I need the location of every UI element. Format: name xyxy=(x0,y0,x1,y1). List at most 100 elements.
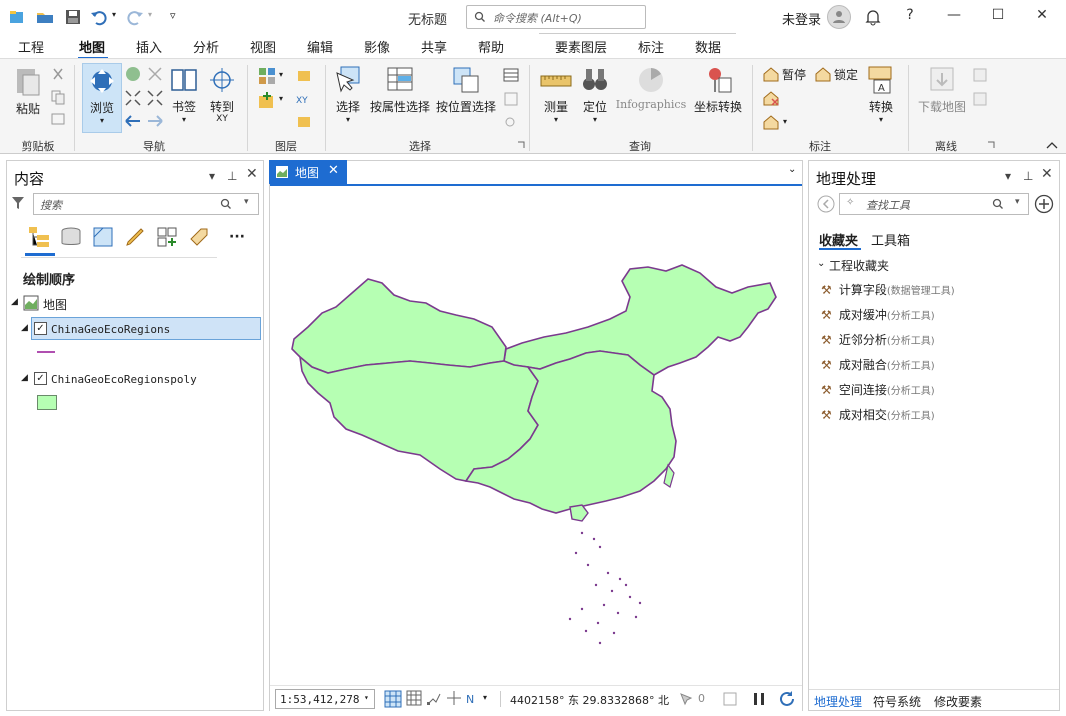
search-dropdown-icon[interactable]: ▾ xyxy=(1015,197,1020,207)
download-map-button[interactable]: 下载地图 xyxy=(914,65,970,131)
expand-layer-icon[interactable]: ◢ xyxy=(21,373,28,383)
convert-coordinates-button[interactable]: 坐标转换 xyxy=(692,65,744,131)
add-tool-icon[interactable] xyxy=(1034,194,1054,214)
layer-name[interactable]: ChinaGeoEcoRegions xyxy=(51,323,170,336)
copy-icon[interactable] xyxy=(50,89,66,105)
layer-name[interactable]: ChinaGeoEcoRegionspoly xyxy=(51,373,197,386)
command-search-input[interactable]: 命令搜索 (Alt+Q) xyxy=(466,5,646,29)
more-options-icon[interactable]: ··· xyxy=(229,229,245,245)
add-graphics-icon[interactable] xyxy=(296,113,312,129)
china-eco-regions-map[interactable] xyxy=(270,187,802,685)
tool-item[interactable]: ⚒ 计算字段(数据管理工具) xyxy=(821,281,955,298)
infographics-button[interactable]: Infographics xyxy=(614,65,688,131)
attributes-icon[interactable] xyxy=(503,67,519,83)
collapse-ribbon-icon[interactable] xyxy=(1046,141,1058,149)
measure-button[interactable]: 测量 ▾ xyxy=(536,65,576,131)
find-tools-input[interactable]: 查找工具 ✧ ▾ xyxy=(839,193,1029,215)
tool-item[interactable]: ⚒ 空间连接(分析工具) xyxy=(821,381,935,398)
bottom-tab-geoprocessing[interactable]: 地理处理 xyxy=(814,693,862,710)
tool-item[interactable]: ⚒ 近邻分析(分析工具) xyxy=(821,331,935,348)
pause-label[interactable]: 暂停 xyxy=(782,66,806,83)
bookmarks-button[interactable]: 书签 ▾ xyxy=(168,65,200,131)
help-button[interactable]: ? xyxy=(900,7,920,27)
zoom-to-selection-icon[interactable] xyxy=(503,115,519,131)
locate-button[interactable]: 定位 ▾ xyxy=(578,65,612,131)
notification-bell-icon[interactable] xyxy=(864,8,882,26)
xy-table-icon[interactable]: XY xyxy=(296,91,312,107)
tool-item[interactable]: ⚒ 成对融合(分析工具) xyxy=(821,356,935,373)
table-grid-icon[interactable] xyxy=(406,690,422,706)
customize-qat-icon[interactable]: ▿ xyxy=(170,9,176,22)
fixed-zoom-icon[interactable] xyxy=(146,65,164,83)
back-icon[interactable] xyxy=(817,195,835,213)
lock-labels-icon[interactable] xyxy=(814,65,832,83)
tab-imagery[interactable]: 影像 xyxy=(364,37,390,56)
select-button[interactable]: 选择 ▾ xyxy=(332,65,364,131)
tool-item[interactable]: ⚒ 成对缓冲(分析工具) xyxy=(821,306,935,323)
search-dropdown-icon[interactable]: ▾ xyxy=(244,197,249,207)
undo-icon[interactable] xyxy=(90,8,108,26)
select-by-location-button[interactable]: 按位置选择 xyxy=(436,65,496,131)
next-extent-icon[interactable] xyxy=(146,113,164,129)
tab-project[interactable]: 工程 xyxy=(18,37,44,56)
tool-item[interactable]: ⚒ 成对相交(分析工具) xyxy=(821,406,935,423)
group-launcher-icon[interactable] xyxy=(987,141,995,149)
list-by-snapping-icon[interactable] xyxy=(155,225,179,249)
add-layer-dropdown-icon[interactable]: ▾ xyxy=(279,94,283,103)
bottom-tab-modify-features[interactable]: 修改要素 xyxy=(934,693,982,710)
select-by-attributes-button[interactable]: 按属性选择 xyxy=(370,65,430,131)
expand-map-icon[interactable]: ◢ xyxy=(11,297,18,307)
map-grid-icon[interactable] xyxy=(384,690,402,708)
open-folder-icon[interactable] xyxy=(36,8,54,26)
filter-icon[interactable] xyxy=(11,195,25,211)
remove-offline-icon[interactable] xyxy=(972,91,988,107)
map-view[interactable]: 地图 ✕ ⌄ 1:53,412,278 ▾ N ▾ 4402158° 东 29.… xyxy=(269,160,803,711)
zoom-out-fixed-icon[interactable] xyxy=(146,89,164,107)
previous-extent-icon[interactable] xyxy=(124,113,142,129)
sync-icon[interactable] xyxy=(972,67,988,83)
pane-options-icon[interactable]: ▾ xyxy=(1005,169,1011,183)
label-options-dropdown-icon[interactable]: ▾ xyxy=(783,117,787,126)
scale-selector[interactable]: 1:53,412,278 ▾ xyxy=(275,689,375,709)
lock-label[interactable]: 锁定 xyxy=(834,66,858,83)
redo-icon[interactable] xyxy=(126,8,144,26)
north-arrow-icon[interactable]: N xyxy=(466,690,482,706)
add-data-icon[interactable] xyxy=(296,67,312,83)
group-launcher-icon[interactable] xyxy=(517,141,525,149)
list-by-editing-icon[interactable] xyxy=(123,225,147,249)
add-layer-icon[interactable] xyxy=(258,91,276,109)
grid-snap-icon[interactable] xyxy=(446,690,462,706)
full-extent-icon[interactable] xyxy=(124,65,142,83)
layer-visibility-checkbox[interactable]: ✓ xyxy=(34,322,47,335)
avatar[interactable] xyxy=(827,5,851,29)
pin-icon[interactable]: ⊥ xyxy=(227,169,237,183)
tab-list-dropdown-icon[interactable]: ⌄ xyxy=(788,164,796,175)
close-window-icon[interactable]: ✕ xyxy=(1032,7,1052,27)
snapping-icon[interactable] xyxy=(426,690,442,706)
basemap-dropdown-icon[interactable]: ▾ xyxy=(279,70,283,79)
basemap-icon[interactable] xyxy=(258,67,276,85)
maximize-icon[interactable]: ☐ xyxy=(988,7,1008,27)
tab-feature-layer[interactable]: 要素图层 xyxy=(555,37,607,56)
refresh-cache-icon[interactable] xyxy=(722,691,738,707)
tab-data[interactable]: 数据 xyxy=(695,37,721,56)
tab-edit[interactable]: 编辑 xyxy=(307,37,333,56)
bottom-tab-symbology[interactable]: 符号系统 xyxy=(873,693,921,710)
tab-insert[interactable]: 插入 xyxy=(136,37,162,56)
clear-selection-icon[interactable] xyxy=(503,91,519,107)
pin-icon[interactable]: ⊥ xyxy=(1023,169,1033,183)
contents-search-input[interactable]: 搜索 ▾ xyxy=(33,193,259,215)
redo-dropdown-icon[interactable]: ▾ xyxy=(148,10,152,19)
close-tab-icon[interactable]: ✕ xyxy=(328,163,339,178)
fill-symbol-swatch[interactable] xyxy=(37,395,57,410)
explore-button[interactable]: 浏览 ▾ xyxy=(82,63,122,133)
tab-favorites[interactable]: 收藏夹 xyxy=(819,230,858,249)
close-pane-icon[interactable]: ✕ xyxy=(1041,166,1053,182)
tab-share[interactable]: 共享 xyxy=(421,37,447,56)
pane-options-icon[interactable]: ▾ xyxy=(209,169,215,183)
tab-labeling[interactable]: 标注 xyxy=(638,37,664,56)
expand-layer-icon[interactable]: ◢ xyxy=(21,323,28,333)
save-icon[interactable] xyxy=(64,8,82,26)
paste-button[interactable]: 粘贴 xyxy=(10,65,46,131)
list-by-source-icon[interactable] xyxy=(59,225,83,249)
